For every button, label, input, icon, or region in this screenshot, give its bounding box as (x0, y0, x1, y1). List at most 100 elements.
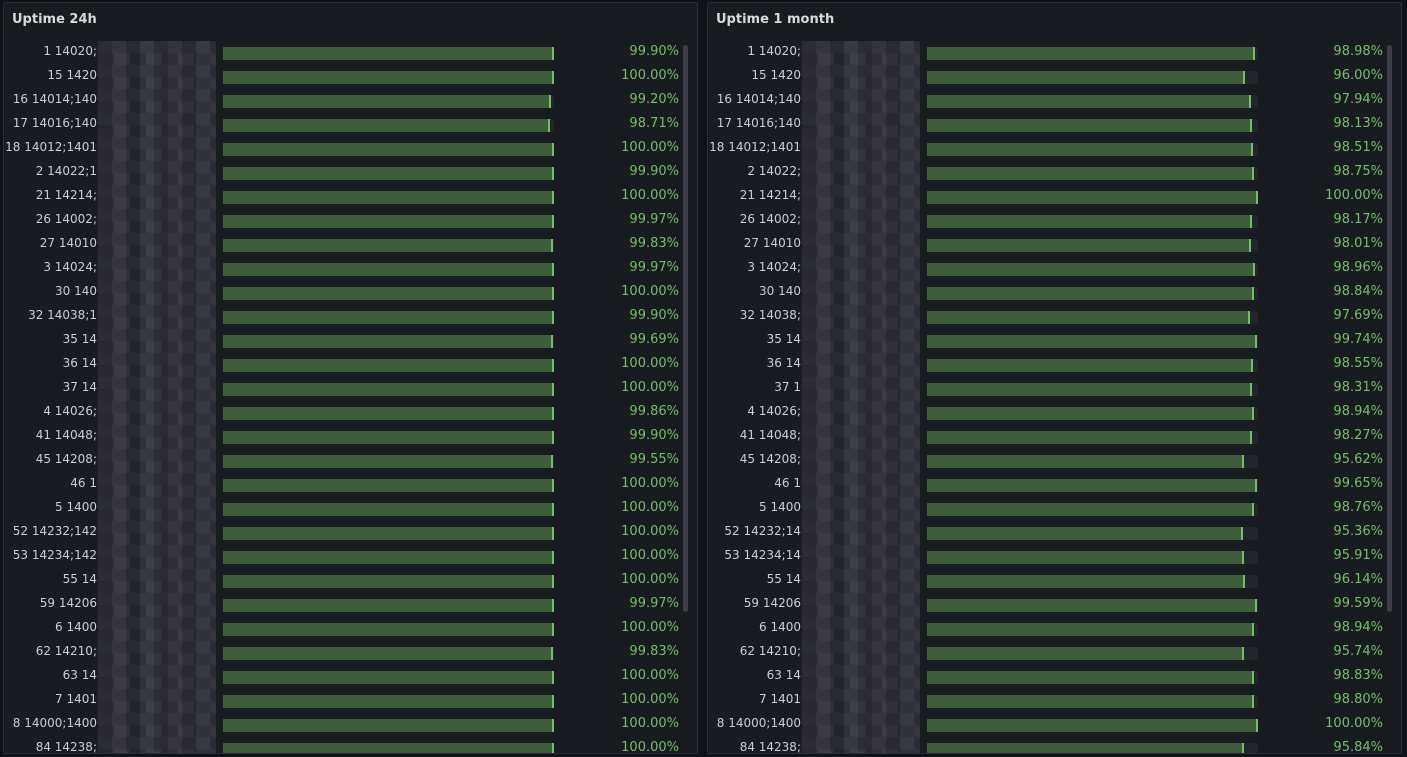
bar-track (927, 95, 1258, 108)
gauge-row: 1 14020; 99.90% (4, 41, 697, 65)
redacted-label (98, 665, 216, 689)
row-label: 4 14026; (43, 404, 97, 418)
gauge-row: 5 1400 98.76% (708, 497, 1401, 521)
bar-track (223, 527, 554, 540)
gauge-row: 16 14014;140 97.94% (708, 89, 1401, 113)
gauge-row: 52 14232;142 100.00% (4, 521, 697, 545)
bar-fill (223, 383, 554, 396)
redacted-label (98, 41, 216, 65)
bar-fill (927, 551, 1244, 564)
bar-fill (223, 527, 554, 540)
redacted-label (802, 161, 920, 185)
bar-track (223, 263, 554, 276)
bar-fill (223, 287, 554, 300)
redacted-label (802, 257, 920, 281)
row-label: 2 14022; (747, 164, 801, 178)
bar-track (223, 359, 554, 372)
gauge-row: 35 14 99.69% (4, 329, 697, 353)
row-label: 63 14 (766, 668, 801, 682)
bar-track (223, 311, 554, 324)
redacted-label (98, 65, 216, 89)
row-label: 4 14026; (747, 404, 801, 418)
bar-fill (223, 575, 554, 588)
bar-track (223, 71, 554, 84)
bar-fill (223, 599, 554, 612)
row-value: 98.75% (1333, 164, 1383, 179)
bar-track (927, 215, 1258, 228)
bar-fill (223, 719, 554, 732)
row-value: 100.00% (621, 380, 679, 395)
panel-uptime-24h: Uptime 24h 1 14020; 99.90% 15 1420 100.00% 1… (3, 2, 698, 754)
gauge-row: 18 14012;1401 98.51% (708, 137, 1401, 161)
bar-fill (223, 695, 554, 708)
bar-fill (927, 503, 1254, 516)
panel-uptime-1-month: Uptime 1 month 1 14020; 98.98% 15 1420 96.0… (707, 2, 1402, 754)
scrollbar[interactable] (683, 45, 688, 612)
bar-track (927, 335, 1258, 348)
redacted-label (98, 425, 216, 449)
gauge-row: 4 14026; 98.94% (708, 401, 1401, 425)
row-label: 41 14048; (35, 428, 97, 442)
gauge-row: 15 1420 96.00% (708, 65, 1401, 89)
redacted-label (802, 329, 920, 353)
redacted-label (98, 113, 216, 137)
row-value: 100.00% (621, 500, 679, 515)
bar-track (223, 239, 554, 252)
row-label: 16 14014;140 (12, 92, 97, 106)
row-value: 98.83% (1333, 668, 1383, 683)
gauge-row: 16 14014;140 99.20% (4, 89, 697, 113)
scrollbar[interactable] (1387, 45, 1392, 612)
row-value: 95.74% (1333, 644, 1383, 659)
bar-track (223, 719, 554, 732)
bar-fill (927, 407, 1254, 420)
gauge-row: 32 14038;1 99.90% (4, 305, 697, 329)
row-value: 98.94% (1333, 620, 1383, 635)
row-label: 45 14208; (739, 452, 801, 466)
redacted-label (802, 617, 920, 641)
gauge-row: 52 14232;14 95.36% (708, 521, 1401, 545)
bar-track (927, 671, 1258, 684)
gauge-row: 53 14234;142 100.00% (4, 545, 697, 569)
redacted-label (98, 641, 216, 665)
row-value: 99.74% (1333, 332, 1383, 347)
redacted-label (802, 449, 920, 473)
bar-track (223, 455, 554, 468)
redacted-label (802, 137, 920, 161)
bar-fill (223, 335, 553, 348)
row-value: 98.01% (1333, 236, 1383, 251)
bar-track (223, 407, 554, 420)
bar-track (223, 743, 554, 753)
row-label: 26 14002; (35, 212, 97, 226)
row-label: 3 14024; (747, 260, 801, 274)
bar-fill (927, 359, 1253, 372)
redacted-label (98, 593, 216, 617)
row-label: 7 1401 (55, 692, 97, 706)
row-value: 98.31% (1333, 380, 1383, 395)
gauge-row: 46 1 99.65% (708, 473, 1401, 497)
row-value: 100.00% (621, 572, 679, 587)
gauge-row: 36 14 100.00% (4, 353, 697, 377)
row-value: 100.00% (621, 284, 679, 299)
gauge-row: 63 14 98.83% (708, 665, 1401, 689)
row-value: 98.98% (1333, 44, 1383, 59)
row-value: 98.71% (629, 116, 679, 131)
redacted-label (802, 185, 920, 209)
bar-track (927, 647, 1258, 660)
row-value: 99.65% (1333, 476, 1383, 491)
redacted-label (98, 401, 216, 425)
row-label: 84 14238; (739, 740, 801, 754)
row-value: 98.76% (1333, 500, 1383, 515)
redacted-label (98, 89, 216, 113)
row-label: 59 14206 (39, 596, 97, 610)
gauge-row: 41 14048; 99.90% (4, 425, 697, 449)
redacted-label (98, 305, 216, 329)
row-label: 16 14014;140 (716, 92, 801, 106)
row-value: 96.14% (1333, 572, 1383, 587)
row-value: 98.27% (1333, 428, 1383, 443)
bar-fill (223, 47, 554, 60)
bar-track (223, 431, 554, 444)
bar-track (223, 119, 554, 132)
row-label: 5 1400 (759, 500, 801, 514)
row-value: 98.17% (1333, 212, 1383, 227)
row-value: 95.84% (1333, 740, 1383, 754)
